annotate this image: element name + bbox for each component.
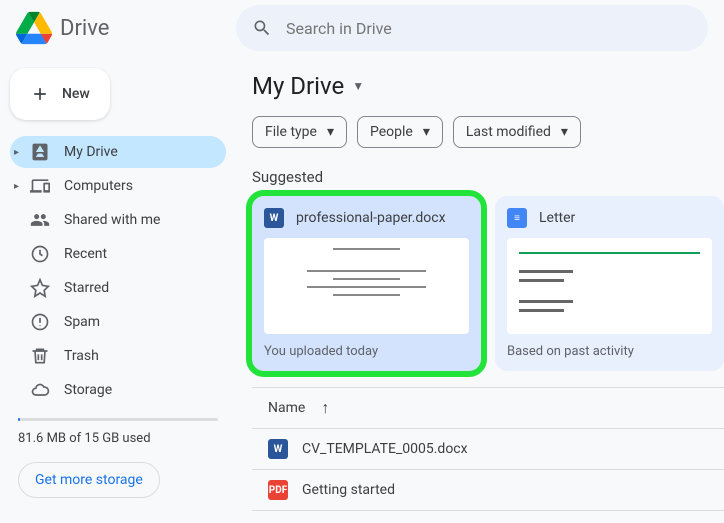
column-name: Name	[268, 400, 305, 416]
google-doc-icon: ≡	[507, 208, 527, 228]
file-name: CV_TEMPLATE_0005.docx	[302, 441, 468, 457]
sidebar-item-spam[interactable]: Spam	[10, 306, 226, 338]
sidebar-item-starred[interactable]: Starred	[10, 272, 226, 304]
devices-icon	[30, 176, 50, 196]
file-row[interactable]: PDF Getting started	[252, 470, 724, 511]
sidebar-item-label: Spam	[64, 314, 100, 330]
sidebar-item-trash[interactable]: Trash	[10, 340, 226, 372]
new-button-label: New	[62, 86, 90, 102]
storage-bar	[18, 418, 218, 421]
search-bar[interactable]	[236, 5, 708, 51]
page-title: My Drive	[252, 72, 344, 100]
sidebar-item-label: Storage	[64, 382, 112, 398]
card-title: Letter	[539, 210, 575, 226]
list-header[interactable]: Name ↑	[252, 387, 724, 429]
card-preview	[264, 238, 469, 334]
clock-icon	[30, 244, 50, 264]
drive-logo-icon	[16, 10, 52, 46]
sidebar-item-my-drive[interactable]: ▸ My Drive	[10, 136, 226, 168]
storage-text: 81.6 MB of 15 GB used	[10, 427, 226, 450]
word-doc-icon: W	[268, 439, 288, 459]
trash-icon	[30, 346, 50, 366]
sidebar-item-label: Recent	[64, 246, 107, 262]
sidebar-item-shared[interactable]: Shared with me	[10, 204, 226, 236]
sidebar-item-label: My Drive	[64, 144, 118, 160]
get-storage-button[interactable]: Get more storage	[18, 462, 160, 498]
word-doc-icon: W	[264, 208, 284, 228]
chevron-right-icon: ▸	[14, 147, 19, 158]
sidebar-item-computers[interactable]: ▸ Computers	[10, 170, 226, 202]
logo-area[interactable]: Drive	[16, 10, 236, 46]
location-dropdown[interactable]: My Drive ▼	[252, 72, 724, 100]
sidebar-item-label: Trash	[64, 348, 99, 364]
filter-last-modified[interactable]: Last modified▾	[453, 116, 581, 148]
suggested-label: Suggested	[252, 168, 724, 186]
sidebar-item-label: Computers	[64, 178, 133, 194]
sidebar-item-storage[interactable]: Storage	[10, 374, 226, 406]
suggested-card[interactable]: W professional-paper.docx You uploaded t…	[252, 196, 481, 371]
chevron-down-icon: ▾	[561, 124, 568, 140]
sort-ascending-icon[interactable]: ↑	[321, 398, 329, 418]
cloud-icon	[30, 380, 50, 400]
file-row[interactable]: W CV_TEMPLATE_0005.docx	[252, 429, 724, 470]
search-icon	[252, 18, 272, 38]
card-title: professional-paper.docx	[296, 210, 446, 226]
pdf-icon: PDF	[268, 480, 288, 500]
chevron-down-icon: ▾	[327, 124, 334, 140]
filter-people[interactable]: People▾	[357, 116, 443, 148]
chevron-right-icon: ▸	[14, 181, 19, 192]
chevron-down-icon: ▼	[352, 79, 364, 93]
sidebar-item-label: Starred	[64, 280, 109, 296]
star-icon	[30, 278, 50, 298]
card-subtitle: Based on past activity	[507, 344, 712, 359]
people-icon	[30, 210, 50, 230]
filter-file-type[interactable]: File type▾	[252, 116, 347, 148]
card-subtitle: You uploaded today	[264, 344, 469, 359]
drive-icon	[30, 142, 50, 162]
sidebar-item-recent[interactable]: Recent	[10, 238, 226, 270]
chevron-down-icon: ▾	[423, 124, 430, 140]
app-name: Drive	[60, 16, 109, 41]
new-button[interactable]: New	[10, 68, 110, 120]
card-preview	[507, 238, 712, 334]
file-name: Getting started	[302, 482, 395, 498]
sidebar-item-label: Shared with me	[64, 212, 160, 228]
spam-icon	[30, 312, 50, 332]
search-input[interactable]	[286, 19, 692, 38]
plus-icon	[30, 84, 50, 104]
suggested-card[interactable]: ≡ Letter Based on past activity	[495, 196, 724, 371]
